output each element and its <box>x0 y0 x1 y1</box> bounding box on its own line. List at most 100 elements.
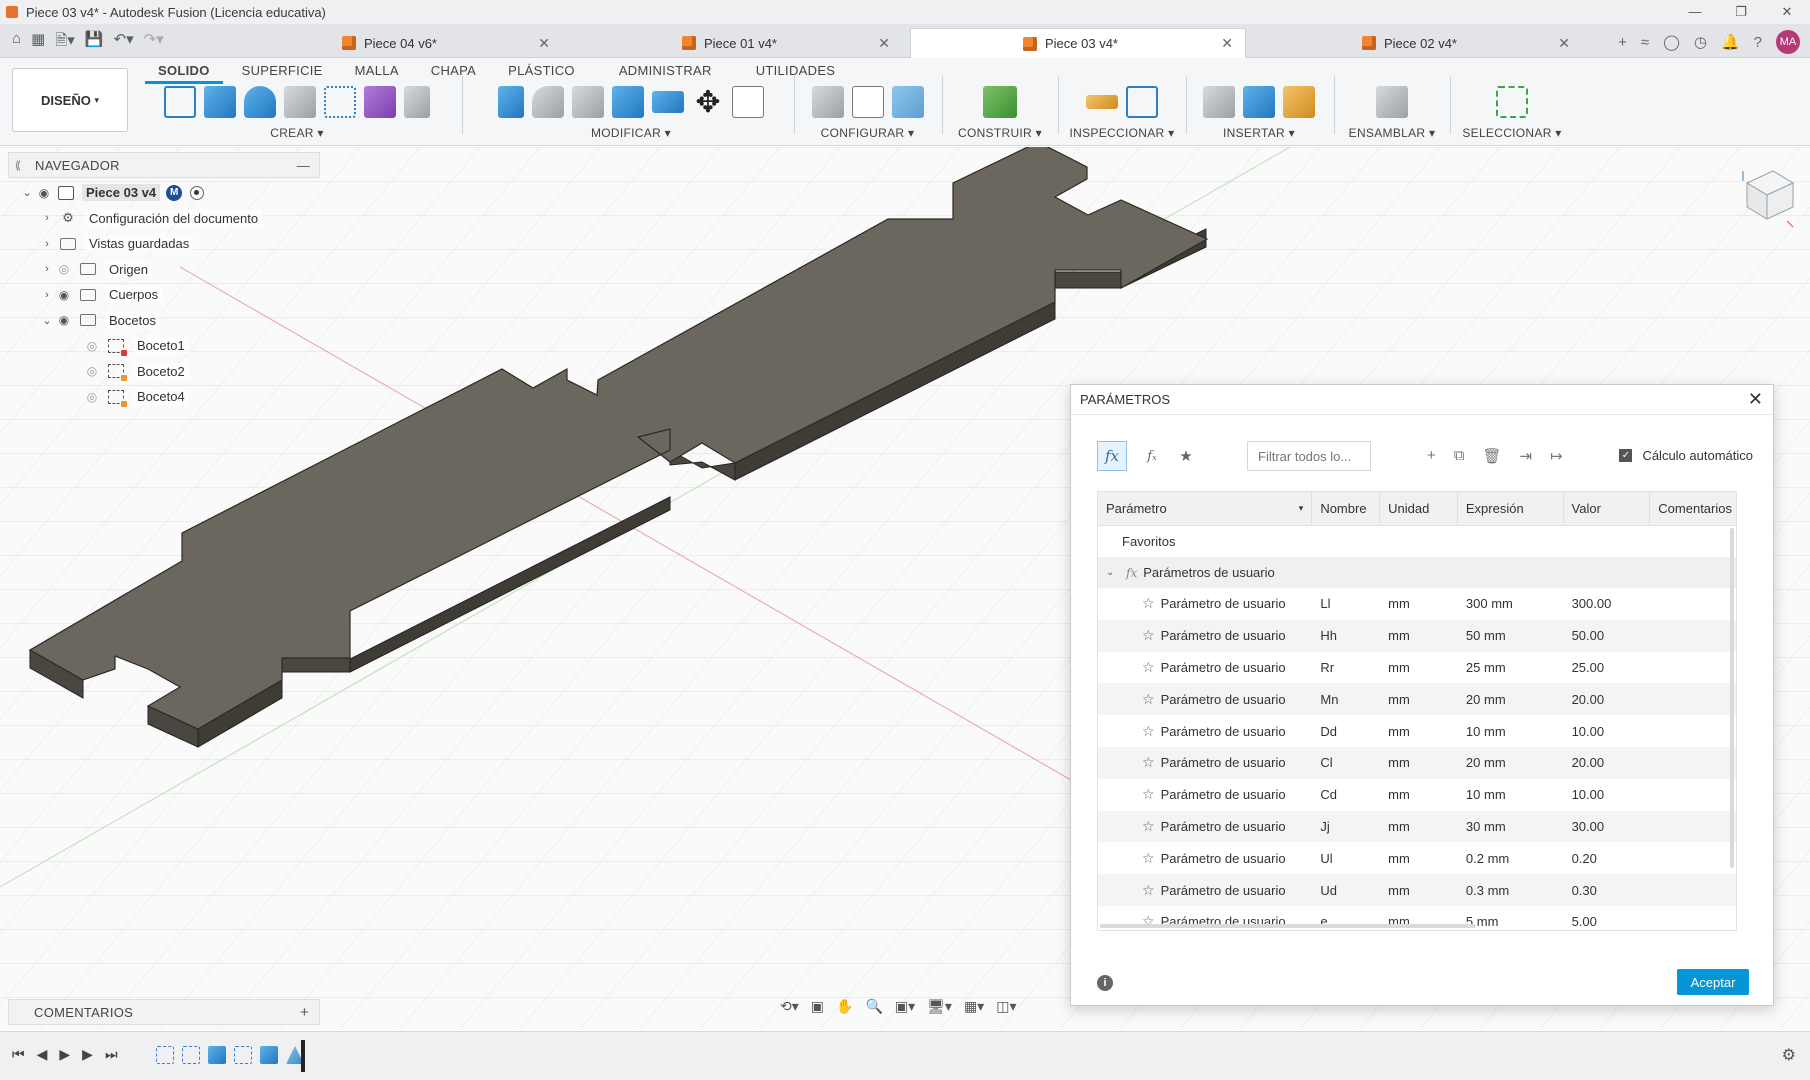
tab-malla[interactable]: MALLA <box>342 60 412 84</box>
pan-icon[interactable]: ✋ <box>836 998 853 1015</box>
fit-icon[interactable]: ▣▾ <box>895 998 915 1015</box>
viewports-icon[interactable]: ◫▾ <box>996 998 1016 1015</box>
tab-piece-04[interactable]: Piece 04 v6* ✕ <box>332 28 562 58</box>
all-parameters-fx-icon[interactable]: fx <box>1097 441 1127 471</box>
favorite-star-icon[interactable]: ☆ <box>1142 595 1155 612</box>
col-name[interactable]: Nombre <box>1312 492 1381 525</box>
group-label-modificar[interactable]: MODIFICAR ▾ <box>470 126 792 140</box>
select-icon[interactable] <box>1496 86 1528 118</box>
tab-piece-02[interactable]: Piece 02 v4* ✕ <box>1352 28 1582 58</box>
chevron-down-icon[interactable]: ⌄ <box>20 186 34 199</box>
tab-chapa[interactable]: CHAPA <box>418 60 489 84</box>
param-expr-cell[interactable]: 10 mm <box>1458 787 1564 802</box>
table-row[interactable]: ☆ Parámetro de usuario Dd mm 10 mm 10.00 <box>1098 715 1736 747</box>
tree-item-document-settings[interactable]: › ⚙ Configuración del documento <box>8 206 320 232</box>
eye-hidden-icon[interactable]: ◎ <box>82 339 102 353</box>
horizontal-scrollbar[interactable] <box>1100 924 1476 928</box>
add-parameter-icon[interactable]: + <box>1427 447 1436 465</box>
grid-menu-icon[interactable]: ▦ <box>31 30 45 55</box>
favorite-star-icon[interactable]: ☆ <box>1142 850 1155 867</box>
timeline-sketch-icon[interactable] <box>234 1046 252 1064</box>
timeline-extrude-icon[interactable] <box>260 1046 278 1064</box>
table-row[interactable]: ☆ Parámetro de usuario Ul mm 0.2 mm 0.20 <box>1098 842 1736 874</box>
tree-root[interactable]: ⌄ ◉ Piece 03 v4 M <box>8 180 320 206</box>
create-form-icon[interactable] <box>364 86 396 118</box>
new-component-icon[interactable] <box>1376 86 1408 118</box>
table-row[interactable]: ☆ Parámetro de usuario Jj mm 30 mm 30.00 <box>1098 810 1736 843</box>
tab-plastico[interactable]: PLÁSTICO <box>495 60 588 84</box>
table-row[interactable]: ☆ Parámetro de usuario Rr mm 25 mm 25.00 <box>1098 652 1736 684</box>
tree-item-saved-views[interactable]: › Vistas guardadas <box>8 231 320 257</box>
param-expr-cell[interactable]: 0.3 mm <box>1458 883 1564 898</box>
undo-icon[interactable]: ↶▾ <box>114 30 134 55</box>
chevron-right-icon[interactable]: › <box>40 289 54 301</box>
play-icon[interactable]: ▶ <box>59 1046 70 1063</box>
timeline-settings-gear-icon[interactable]: ⚙ <box>1782 1045 1796 1065</box>
param-expr-cell[interactable]: 20 mm <box>1458 692 1564 707</box>
group-label-inspeccionar[interactable]: INSPECCIONAR ▾ <box>1064 126 1180 140</box>
favorite-star-icon[interactable]: ☆ <box>1142 882 1155 899</box>
derive-icon[interactable] <box>404 86 430 118</box>
step-back-icon[interactable]: ◀ <box>37 1046 48 1063</box>
save-icon[interactable]: 💾 <box>85 30 104 55</box>
col-value[interactable]: Valor <box>1564 492 1651 525</box>
close-dialog-icon[interactable]: ✕ <box>1748 389 1763 410</box>
table-row[interactable]: ☆ Parámetro de usuario Cd mm 10 mm 10.00 <box>1098 779 1736 811</box>
offline-icon[interactable]: ≈ <box>1641 34 1649 51</box>
user-avatar[interactable]: MA <box>1776 30 1800 54</box>
table-row[interactable]: ☆ Parámetro de usuario Ud mm 0.3 mm 0.30 <box>1098 874 1736 906</box>
file-menu-icon[interactable]: 🗎▾ <box>55 30 75 55</box>
group-label-insertar[interactable]: INSERTAR ▾ <box>1192 126 1326 140</box>
timeline-marker[interactable] <box>301 1040 305 1072</box>
workspace-selector[interactable]: DISEÑO ▾ <box>12 68 128 132</box>
close-window-button[interactable]: ✕ <box>1764 0 1810 24</box>
revolve-icon[interactable] <box>244 86 276 118</box>
fillet-icon[interactable] <box>532 86 564 118</box>
table-row[interactable]: ☆ Parámetro de usuario Ll mm 300 mm 300.00 <box>1098 588 1736 620</box>
chamfer-icon[interactable] <box>572 86 604 118</box>
create-sketch-icon[interactable] <box>164 86 196 118</box>
home-icon[interactable]: ⌂ <box>12 30 21 55</box>
export-icon[interactable]: ↦ <box>1550 447 1563 465</box>
tree-item-sketches[interactable]: ⌄ ◉ Bocetos <box>8 308 320 334</box>
tab-piece-01[interactable]: Piece 01 v4* ✕ <box>672 28 902 58</box>
favorite-star-icon[interactable]: ☆ <box>1142 723 1155 740</box>
display-settings-icon[interactable]: 🖥▾ <box>927 998 952 1015</box>
favorite-star-icon[interactable]: ☆ <box>1142 754 1155 771</box>
offset-plane-icon[interactable] <box>983 86 1017 118</box>
favorites-star-icon[interactable]: ★ <box>1177 447 1195 465</box>
auto-calc-toggle[interactable]: ✓ Cálculo automático <box>1619 448 1753 463</box>
close-tab-icon[interactable]: ✕ <box>1558 35 1570 52</box>
redo-icon[interactable]: ↷▾ <box>144 30 164 55</box>
eye-icon[interactable]: ◉ <box>54 313 74 327</box>
configure-icon[interactable] <box>811 86 844 118</box>
minimize-panel-icon[interactable]: — <box>297 158 310 173</box>
comments-panel[interactable]: COMENTARIOS + <box>8 999 320 1025</box>
collapse-panel-icon[interactable]: ⟪ <box>9 159 27 172</box>
param-expr-cell[interactable]: 10 mm <box>1458 724 1564 739</box>
pattern-icon[interactable] <box>324 86 356 118</box>
chevron-down-icon[interactable]: ⌄ <box>1106 567 1122 578</box>
combine-icon[interactable] <box>652 91 684 113</box>
tab-administrar[interactable]: ADMINISTRAR <box>606 60 725 84</box>
chevron-down-icon[interactable]: ⌄ <box>40 314 54 327</box>
close-tab-icon[interactable]: ✕ <box>878 35 890 52</box>
shell-icon[interactable] <box>612 86 644 118</box>
job-status-icon[interactable]: ◯ <box>1663 33 1680 51</box>
measure-icon[interactable] <box>1086 95 1118 109</box>
filter-input[interactable]: Filtrar todos lo... <box>1247 441 1371 471</box>
eye-hidden-icon[interactable]: ◎ <box>82 364 102 378</box>
tree-item-sketch1[interactable]: ◎ Boceto1 <box>8 333 320 359</box>
vertical-scrollbar[interactable] <box>1730 528 1734 868</box>
go-to-start-icon[interactable]: ⏮ <box>12 1046 25 1063</box>
tree-item-sketch2[interactable]: ◎ Boceto2 <box>8 359 320 385</box>
table-row[interactable]: ☆ Parámetro de usuario Mn mm 20 mm 20.00 <box>1098 683 1736 716</box>
timeline-extrude-icon[interactable] <box>208 1046 226 1064</box>
import-icon[interactable]: ⇥ <box>1520 447 1533 465</box>
eye-hidden-icon[interactable]: ◎ <box>82 390 102 404</box>
insert-image-icon[interactable] <box>1243 86 1275 118</box>
col-comments[interactable]: Comentarios <box>1650 492 1736 525</box>
add-comment-icon[interactable]: + <box>300 1004 309 1021</box>
step-forward-icon[interactable]: ▶​ <box>82 1046 93 1063</box>
close-tab-icon[interactable]: ✕ <box>1221 35 1233 52</box>
